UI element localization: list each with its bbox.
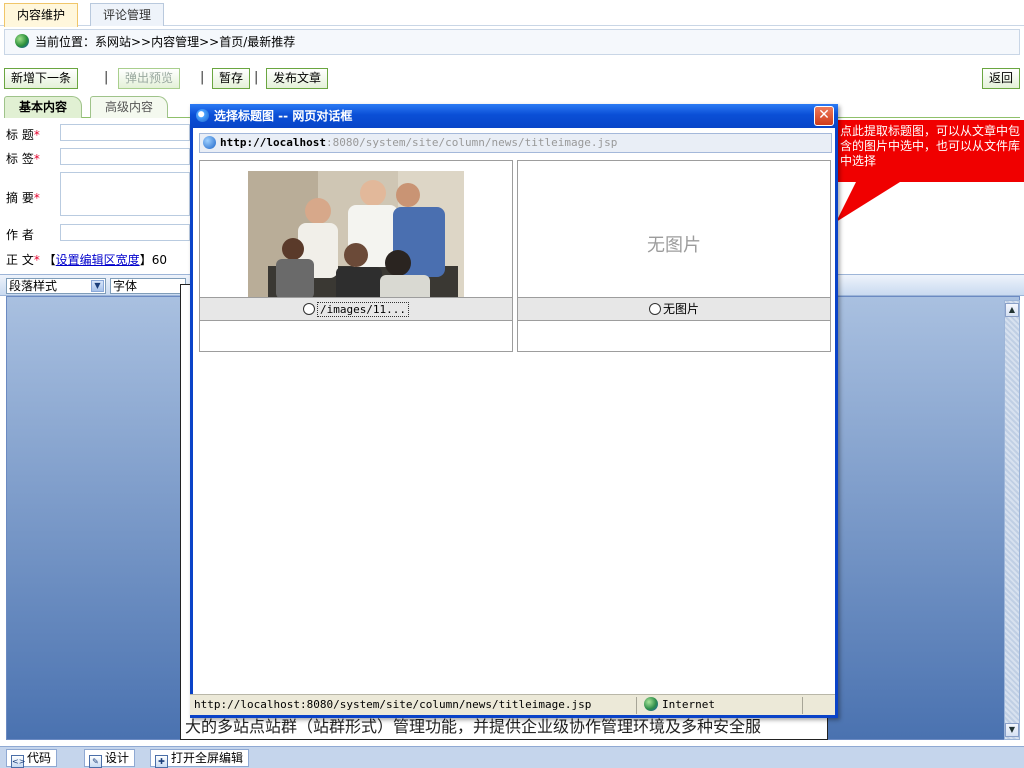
tags-label: 标 签* [6,152,40,166]
status-separator [802,697,803,714]
meeting-photo [248,171,464,313]
tab-content-maintenance[interactable]: 内容维护 [4,3,79,27]
paragraph-style-select[interactable]: 段落样式 ▼ [6,278,106,294]
toolbar-separator: | [104,70,109,85]
design-icon: ✎ [89,755,102,768]
content-label: 正 文* 【设置编辑区宽度】60 [6,253,167,267]
radio-image-2[interactable] [648,303,661,315]
toolbar-separator: | [200,70,205,85]
dialog-address-bar: http://localhost:8080/system/site/column… [199,133,832,153]
title-image-dialog: 选择标题图 -- 网页对话框 ✕ http://localhost:8080/s… [190,104,838,718]
status-url: http://localhost:8080/system/site/column… [194,698,592,711]
summary-label: 摘 要* [6,191,40,205]
font-select[interactable]: 字体 [110,278,186,294]
breadcrumb-text: 当前位置：系网站>>内容管理>>首页/最新推荐 [35,35,296,49]
publish-button[interactable]: 发布文章 [266,68,329,89]
status-separator [636,697,637,714]
editor-width-link[interactable]: 设置编辑区宽度 [56,253,140,267]
code-icon: <> [11,755,26,768]
callout-tail [836,182,900,222]
add-next-button[interactable]: 新增下一条 [4,68,79,89]
tags-input[interactable] [60,148,190,165]
internet-icon [644,697,658,711]
dialog-titlebar[interactable]: 选择标题图 -- 网页对话框 ✕ [190,104,838,128]
summary-textarea[interactable] [60,172,190,216]
image-caption-1[interactable]: /images/11... [199,297,513,321]
title-label: 标 题* [6,128,40,142]
preview-button[interactable]: 弹出预览 [118,68,181,89]
fullscreen-edit-button[interactable]: ✚ 打开全屏编辑 [150,749,250,768]
no-image-placeholder: 无图片 [647,235,701,256]
image-option-1[interactable] [199,160,513,352]
save-draft-button[interactable]: 暂存 [212,68,251,89]
image-caption-2[interactable]: 无图片 [517,297,831,321]
fullscreen-icon: ✚ [155,755,168,768]
close-button[interactable]: ✕ [814,106,834,126]
page-icon [203,136,216,149]
tab-comment-management[interactable]: 评论管理 [90,3,165,26]
design-mode-button[interactable]: ✎ 设计 [84,749,136,768]
globe-icon [15,34,29,48]
ie-icon [196,109,209,122]
dialog-status-bar: http://localhost:8080/system/site/column… [190,694,835,715]
editor-mode-bar: <> 代码 ✎ 设计 ✚ 打开全屏编辑 [0,746,1024,768]
toolbar-separator: | [254,70,259,85]
back-button[interactable]: 返回 [981,68,1020,89]
editor-scrollbar[interactable]: ▲ ▼ [1004,300,1020,740]
scroll-down-icon[interactable]: ▼ [1005,723,1019,737]
breadcrumb: 当前位置：系网站>>内容管理>>首页/最新推荐 [4,29,1020,55]
radio-image-1[interactable] [302,303,315,315]
image-option-2[interactable]: 无图片 [517,160,831,352]
code-mode-button[interactable]: <> 代码 [6,749,58,768]
action-toolbar: 新增下一条 | 弹出预览 | 暂存 | 发布文章 返回 [4,66,1020,90]
title-input[interactable] [60,124,190,141]
tab-basic-content[interactable]: 基本内容 [4,96,83,118]
author-label: 作 者 [6,228,34,242]
hint-callout: 点此提取标题图，可以从文章中包含的图片中选中，也可以从文件库中选择 [836,120,1024,182]
author-input[interactable] [60,224,190,241]
scroll-up-icon[interactable]: ▲ [1005,303,1019,317]
dialog-title: 选择标题图 -- 网页对话框 [214,109,353,123]
tab-advanced-content[interactable]: 高级内容 [90,96,169,118]
status-zone: Internet [644,695,715,715]
chevron-down-icon: ▼ [91,280,104,292]
top-tab-bar: 内容维护 评论管理 [0,0,1024,27]
